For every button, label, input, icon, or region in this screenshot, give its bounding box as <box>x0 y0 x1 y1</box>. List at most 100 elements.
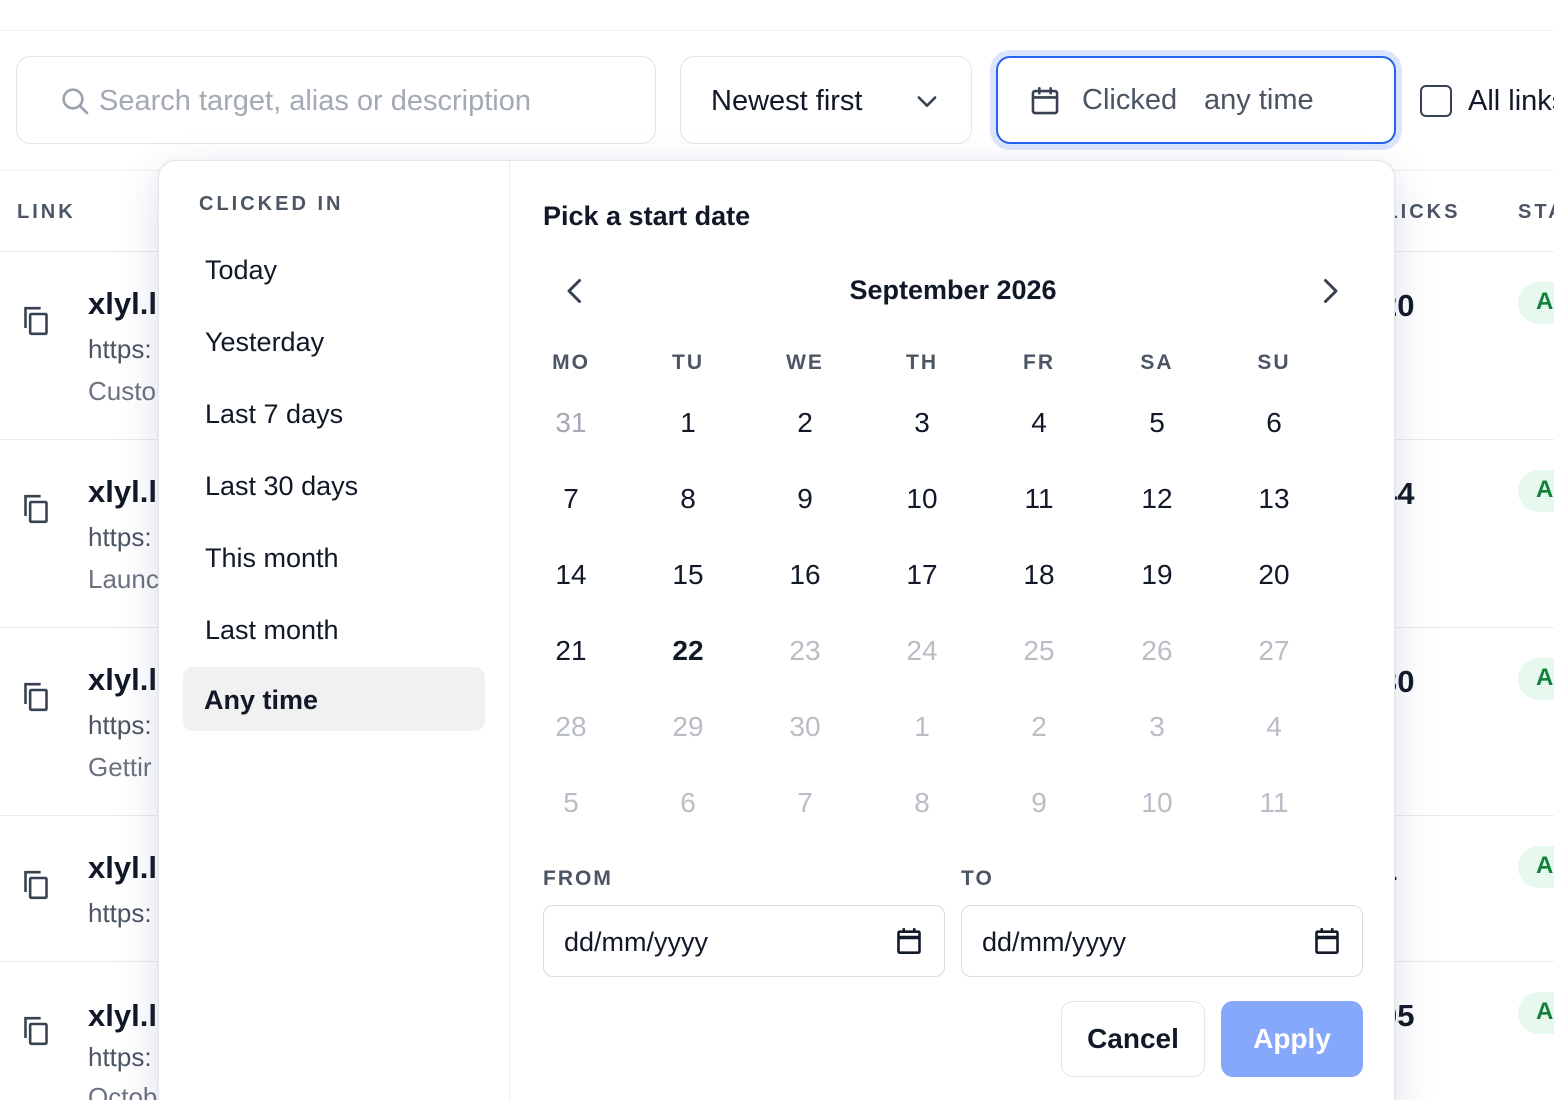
calendar-day: 29 <box>672 711 704 742</box>
to-date-placeholder: dd/mm/yyyy <box>982 927 1127 957</box>
top-divider <box>0 30 1554 31</box>
preset-last-month[interactable]: Last month <box>183 597 485 661</box>
calendar-day[interactable]: 9 <box>765 469 845 529</box>
calendar-day: 4 <box>1266 711 1282 742</box>
calendar-day[interactable]: 31 <box>531 393 611 453</box>
weekday-label: MO <box>552 351 590 374</box>
weekday-label: FR <box>1023 351 1055 374</box>
calendar-day[interactable]: 10 <box>882 469 962 529</box>
all-links-label: All links <box>1468 84 1554 117</box>
all-links-checkbox[interactable] <box>1420 85 1452 117</box>
preset-this-month[interactable]: This month <box>183 525 485 589</box>
calendar-day: 8 <box>914 787 930 818</box>
copy-icon[interactable] <box>22 868 50 902</box>
date-filter-button[interactable]: Clicked any time <box>996 56 1396 144</box>
calendar-day[interactable]: 21 <box>531 621 611 681</box>
calendar-icon[interactable] <box>1314 927 1340 955</box>
preset-today[interactable]: Today <box>183 237 485 301</box>
sort-select[interactable]: Newest first <box>680 56 972 144</box>
column-header-link: LINK <box>17 201 76 223</box>
calendar-icon[interactable] <box>896 927 922 955</box>
weekday-label: TU <box>672 351 704 374</box>
date-filter-prefix: Clicked <box>1082 84 1178 116</box>
cancel-button[interactable]: Cancel <box>1061 1001 1205 1077</box>
calendar-day: 1 <box>914 711 930 742</box>
next-month-icon[interactable] <box>1312 273 1348 309</box>
short-link[interactable]: xlyl.l <box>88 998 157 1034</box>
presets-title: CLICKED IN <box>199 193 344 215</box>
calendar-day[interactable]: 11 <box>999 469 1079 529</box>
status-badge: Ac <box>1518 992 1554 1034</box>
status-badge: Ac <box>1518 846 1554 888</box>
date-filter-value: any time <box>1204 84 1314 116</box>
calendar-day[interactable]: 7 <box>531 469 611 529</box>
calendar-day[interactable]: 1 <box>648 393 728 453</box>
weekday-label: WE <box>786 351 824 374</box>
calendar-day[interactable]: 12 <box>1117 469 1197 529</box>
search-input[interactable] <box>99 79 619 123</box>
calendar-day[interactable]: 5 <box>1117 393 1197 453</box>
calendar-day: 27 <box>1258 635 1290 666</box>
target-url: https: <box>88 1042 152 1072</box>
target-url: https: <box>88 710 152 740</box>
calendar-title: Pick a start date <box>543 201 751 231</box>
calendar-day: 25 <box>1023 635 1055 666</box>
to-date-field[interactable]: dd/mm/yyyy <box>961 905 1363 977</box>
preset-list: CLICKED IN Today Yesterday Last 7 days L… <box>159 161 510 1100</box>
search-icon <box>62 88 89 115</box>
calendar-icon <box>1031 86 1059 115</box>
date-range-popover: CLICKED IN Today Yesterday Last 7 days L… <box>158 160 1395 1100</box>
all-links-toggle[interactable]: All links <box>1420 84 1554 118</box>
calendar-day[interactable]: 8 <box>648 469 728 529</box>
calendar-day[interactable]: 16 <box>765 545 845 605</box>
calendar-day[interactable]: 18 <box>999 545 1079 605</box>
calendar-day[interactable]: 22 <box>648 621 728 681</box>
link-description: Launc <box>88 564 159 594</box>
calendar-day[interactable]: 19 <box>1117 545 1197 605</box>
preset-last-30-days[interactable]: Last 30 days <box>183 453 485 517</box>
weekday-label: TH <box>906 351 938 374</box>
status-badge: Ac <box>1518 282 1554 324</box>
short-link[interactable]: xlyl.l <box>88 286 157 322</box>
calendar-day: 3 <box>1149 711 1165 742</box>
calendar-day: 5 <box>563 787 579 818</box>
link-description: Octob <box>88 1082 158 1100</box>
chevron-down-icon <box>917 96 937 107</box>
calendar-day: 26 <box>1141 635 1173 666</box>
preset-yesterday[interactable]: Yesterday <box>183 309 485 373</box>
short-link[interactable]: xlyl.l <box>88 662 157 698</box>
sort-select-label: Newest first <box>711 85 863 117</box>
calendar-day[interactable]: 2 <box>765 393 845 453</box>
calendar-day[interactable]: 4 <box>999 393 1079 453</box>
calendar-day[interactable]: 14 <box>531 545 611 605</box>
copy-icon[interactable] <box>22 492 50 526</box>
copy-icon[interactable] <box>22 680 50 714</box>
copy-icon[interactable] <box>22 1014 50 1048</box>
apply-button[interactable]: Apply <box>1221 1001 1363 1077</box>
calendar-day: 23 <box>789 635 821 666</box>
preset-last-7-days[interactable]: Last 7 days <box>183 381 485 445</box>
from-date-field[interactable]: dd/mm/yyyy <box>543 905 945 977</box>
calendar-day[interactable]: 17 <box>882 545 962 605</box>
short-link[interactable]: xlyl.l <box>88 474 157 510</box>
calendar-day: 30 <box>789 711 821 742</box>
preset-any-time[interactable]: Any time <box>183 667 485 731</box>
calendar-day[interactable]: 20 <box>1234 545 1314 605</box>
calendar-day[interactable]: 3 <box>882 393 962 453</box>
weekday-label: SA <box>1140 351 1174 374</box>
calendar-day: 9 <box>1031 787 1047 818</box>
copy-icon[interactable] <box>22 304 50 338</box>
from-date-placeholder: dd/mm/yyyy <box>564 927 709 957</box>
calendar-day: 7 <box>797 787 813 818</box>
calendar-day: 28 <box>555 711 587 742</box>
calendar-day[interactable]: 13 <box>1234 469 1314 529</box>
status-badge: Ac <box>1518 658 1554 700</box>
calendar-day[interactable]: 6 <box>1234 393 1314 453</box>
link-description: Gettir <box>88 752 152 782</box>
short-link[interactable]: xlyl.l <box>88 850 157 886</box>
target-url: https: <box>88 522 152 552</box>
from-label: FROM <box>543 867 613 890</box>
calendar-day[interactable]: 15 <box>648 545 728 605</box>
weekday-label: SU <box>1257 351 1291 374</box>
search-box[interactable] <box>16 56 656 144</box>
